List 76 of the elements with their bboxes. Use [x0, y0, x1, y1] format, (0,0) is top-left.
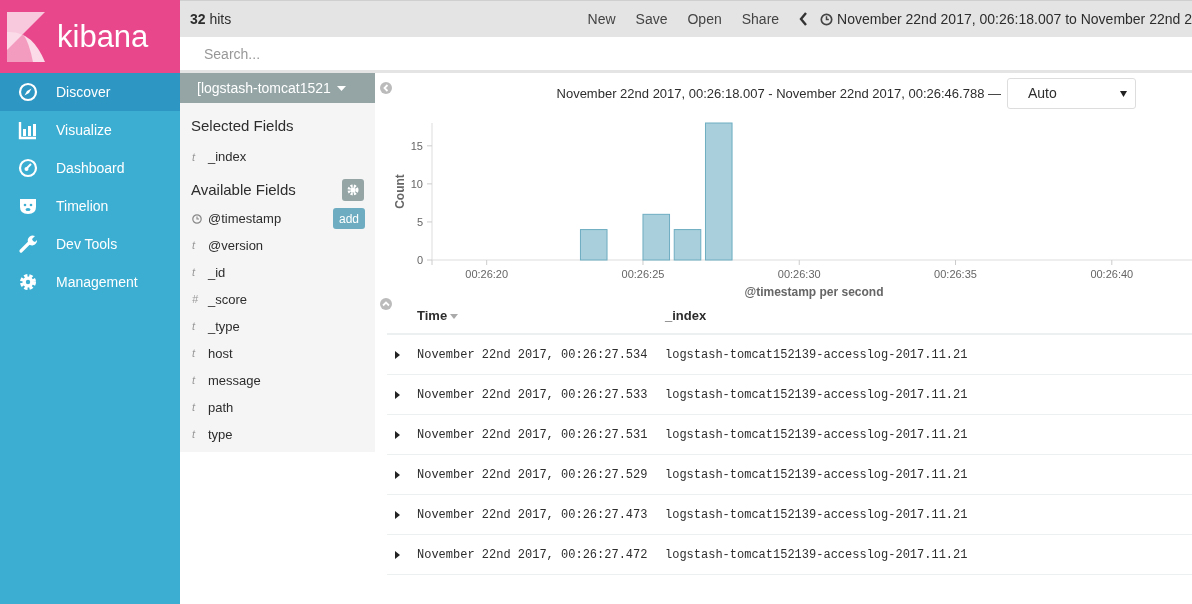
- field-type-icon: t: [192, 426, 208, 443]
- table-cell-text: November 22nd 2017, 00:26:27.473: [417, 506, 649, 524]
- table-cell-text: November 22nd 2017, 00:26:27.472: [417, 546, 649, 564]
- expand-icon[interactable]: [395, 550, 400, 559]
- table-cell-text: logstash-tomcat152139-accesslog-2017.11.21: [665, 386, 968, 404]
- clock-icon: [820, 12, 834, 26]
- axis-title: Count: [393, 174, 407, 209]
- axis-tick-label: 00:26:25: [621, 268, 665, 280]
- section-title: Selected Fields: [190, 116, 295, 136]
- field-type-icon: t: [192, 318, 208, 335]
- field-type-icon: t: [192, 399, 208, 416]
- field-item[interactable]: t type: [180, 421, 375, 448]
- toolbar-link[interactable]: Share: [733, 8, 788, 30]
- column-header: _index: [665, 307, 707, 326]
- clock-icon: [192, 213, 202, 224]
- sort-icon: [450, 313, 459, 319]
- time-range-link[interactable]: November 22nd 2017, 00:26:18.007 to November 22nd 2: [837, 8, 1192, 30]
- toolbar-link[interactable]: Save: [627, 8, 676, 30]
- field-item[interactable]: t _id: [180, 259, 375, 286]
- table-cell-text: logstash-tomcat152139-accesslog-2017.11.21: [665, 346, 968, 364]
- interval-select[interactable]: Auto: [1007, 78, 1136, 109]
- section-title: Available Fields: [190, 179, 297, 200]
- logo-icon: [7, 11, 45, 62]
- field-item[interactable]: t host: [180, 340, 375, 367]
- table-cell-text: November 22nd 2017, 00:26:27.531: [417, 426, 649, 444]
- axis-tick-label: 00:26:20: [465, 268, 509, 280]
- table-cell-text: logstash-tomcat152139-accesslog-2017.11.21: [665, 506, 968, 524]
- field-item[interactable]: t message: [180, 367, 375, 394]
- toolbar-link[interactable]: New: [579, 8, 624, 30]
- expand-icon[interactable]: [395, 470, 400, 479]
- toolbar-link[interactable]: Open: [679, 8, 730, 30]
- index-pattern-text: [logstash-tomcat1521: [197, 78, 331, 98]
- expand-icon[interactable]: [395, 430, 400, 439]
- field-type-icon: t: [192, 372, 208, 389]
- expand-icon[interactable]: [395, 390, 400, 399]
- hits-count: 32 hits: [190, 9, 232, 29]
- axis-tick-label: 15: [410, 139, 423, 152]
- field-item[interactable]: t @version: [180, 232, 375, 259]
- table-cell-text: logstash-tomcat152139-accesslog-2017.11.21: [665, 426, 968, 444]
- axis-tick-label: 00:26:40: [1090, 268, 1134, 280]
- field-type-icon: t: [192, 237, 208, 254]
- field-item[interactable]: t _index: [180, 143, 375, 171]
- axis-tick-label: 00:26:30: [777, 268, 821, 280]
- column-header[interactable]: Time: [417, 306, 665, 326]
- expand-icon[interactable]: [395, 510, 400, 519]
- table-cell-text: logstash-tomcat152139-accesslog-2017.11.21: [665, 546, 968, 564]
- wrench-icon: [18, 234, 38, 254]
- compass-icon: [18, 82, 38, 102]
- axis-tick-label: 5: [416, 215, 423, 228]
- gauge-icon: [18, 158, 38, 178]
- field-type-icon: t: [192, 264, 208, 281]
- field-item[interactable]: t _type: [180, 313, 375, 340]
- field-type-icon: t: [192, 345, 208, 362]
- field-item[interactable]: t path: [180, 394, 375, 421]
- field-item[interactable]: @timestamp add: [180, 205, 375, 232]
- bear-icon: [18, 196, 38, 216]
- axis-tick-label: 00:26:35: [934, 268, 977, 280]
- axis-tick-label: 10: [410, 177, 423, 190]
- table-cell-text: November 22nd 2017, 00:26:27.533: [417, 386, 649, 404]
- logo-text: kibana: [57, 21, 149, 52]
- settings-icon: [18, 272, 38, 292]
- caret-icon: [1120, 90, 1127, 97]
- table-cell-text: November 22nd 2017, 00:26:27.529: [417, 466, 649, 484]
- axis-title: @timestamp per second: [744, 285, 884, 299]
- field-item[interactable]: # _score: [180, 286, 375, 313]
- field-type-icon: t: [192, 148, 208, 166]
- chart-range-text: November 22nd 2017, 00:26:18.007 - November 22nd 2017, 00:26:46.788 —: [556, 84, 1001, 103]
- caret-icon: [336, 85, 346, 91]
- expand-icon[interactable]: [395, 350, 400, 359]
- field-type-icon: #: [192, 291, 208, 308]
- bar-chart-icon: [18, 120, 38, 140]
- axis-tick-label: 0: [416, 254, 423, 266]
- back-icon[interactable]: [799, 12, 809, 26]
- settings-icon[interactable]: [342, 178, 364, 201]
- table-cell-text: November 22nd 2017, 00:26:27.534: [417, 346, 649, 364]
- table-cell-text: logstash-tomcat152139-accesslog-2017.11.21: [665, 466, 968, 484]
